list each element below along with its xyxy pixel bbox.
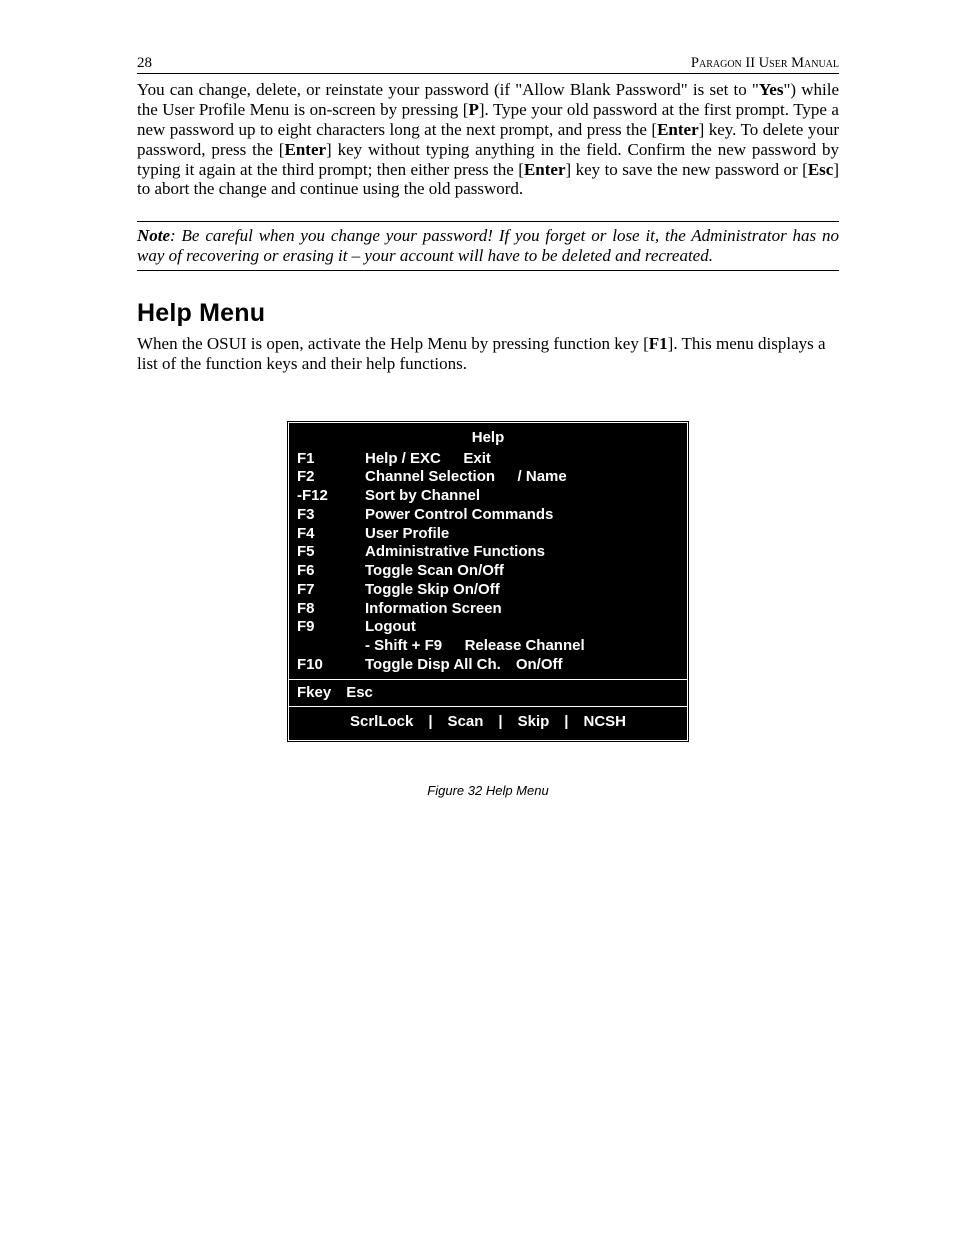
osui-row: F2Channel Selection / Name <box>289 468 687 487</box>
osui-key: F2 <box>289 468 357 487</box>
osui-key: F9 <box>289 618 357 637</box>
osui-desc: Sort by Channel <box>357 487 687 506</box>
osui-desc: Toggle Disp All Ch. On/Off <box>357 656 687 675</box>
page-header: 28 Paragon II User Manual <box>137 55 839 74</box>
osui-row: F4User Profile <box>289 525 687 544</box>
osui-desc: Channel Selection / Name <box>357 468 687 487</box>
osui-key: F7 <box>289 581 357 600</box>
osui-row: F3Power Control Commands <box>289 506 687 525</box>
osui-key: F10 <box>289 656 357 675</box>
osui-key: F3 <box>289 506 357 525</box>
osui-row: F7Toggle Skip On/Off <box>289 581 687 600</box>
bold-yes: Yes <box>759 80 784 99</box>
osui-key: F6 <box>289 562 357 581</box>
figure-caption: Figure 32 Help Menu <box>137 783 839 798</box>
osui-row: F10Toggle Disp All Ch. On/Off <box>289 656 687 675</box>
osui-key <box>289 637 357 656</box>
password-paragraph: You can change, delete, or reinstate you… <box>137 80 839 199</box>
bold-enter-key: Enter <box>657 120 699 139</box>
doc-title: Paragon II User Manual <box>691 55 839 72</box>
note-label: Note <box>137 226 170 245</box>
osui-row: F1Help / EXC Exit <box>289 450 687 469</box>
help-paragraph: When the OSUI is open, activate the Help… <box>137 334 839 374</box>
osui-desc: Logout <box>357 618 687 637</box>
bold-enter-key: Enter <box>524 160 566 179</box>
osui-key: F8 <box>289 600 357 619</box>
osui-desc: Help / EXC Exit <box>357 450 687 469</box>
text: ] key to save the new password or [ <box>565 160 807 179</box>
osui-row: F5Administrative Functions <box>289 543 687 562</box>
osui-desc: User Profile <box>357 525 687 544</box>
osui-desc: Toggle Skip On/Off <box>357 581 687 600</box>
osui-key: F5 <box>289 543 357 562</box>
note-block: Note: Be careful when you change your pa… <box>137 221 839 271</box>
osui-row: -F12Sort by Channel <box>289 487 687 506</box>
bold-p-key: P <box>468 100 478 119</box>
bold-f1-key: F1 <box>649 334 668 353</box>
osui-row: F8Information Screen <box>289 600 687 619</box>
osui-row: - Shift + F9 Release Channel <box>289 637 687 656</box>
note-text: : Be careful when you change your passwo… <box>137 226 839 265</box>
bold-enter-key: Enter <box>284 140 326 159</box>
osui-desc: Toggle Scan On/Off <box>357 562 687 581</box>
osui-fkey-row: Fkey Esc <box>289 679 687 708</box>
osui-rows: F1Help / EXC Exit F2Channel Selection / … <box>289 450 687 679</box>
osui-desc: Information Screen <box>357 600 687 619</box>
text: When the OSUI is open, activate the Help… <box>137 334 649 353</box>
osui-desc: Power Control Commands <box>357 506 687 525</box>
osui-key: -F12 <box>289 487 357 506</box>
osui-desc: - Shift + F9 Release Channel <box>357 637 687 656</box>
osui-status-row: ScrlLock | Scan | Skip | NCSH <box>289 707 687 740</box>
page-number: 28 <box>137 55 152 72</box>
help-menu-screenshot: Help F1Help / EXC Exit F2Channel Selecti… <box>288 422 688 741</box>
osui-title: Help <box>289 423 687 450</box>
text: You can change, delete, or reinstate you… <box>137 80 759 99</box>
osui-row: F9Logout <box>289 618 687 637</box>
bold-esc-key: Esc <box>808 160 834 179</box>
osui-row: F6Toggle Scan On/Off <box>289 562 687 581</box>
osui-key: F4 <box>289 525 357 544</box>
page: 28 Paragon II User Manual You can change… <box>0 0 954 1235</box>
osui-panel: Help F1Help / EXC Exit F2Channel Selecti… <box>288 422 688 741</box>
osui-key: F1 <box>289 450 357 469</box>
section-heading: Help Menu <box>137 299 839 328</box>
osui-desc: Administrative Functions <box>357 543 687 562</box>
